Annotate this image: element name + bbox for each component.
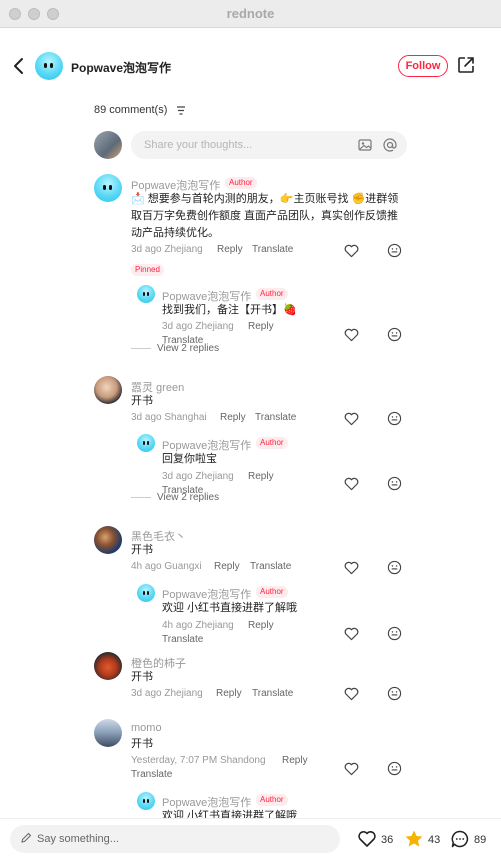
- comment-meta: Yesterday, 7:07 PM Shandong: [131, 755, 266, 766]
- image-icon[interactable]: [358, 138, 372, 152]
- comment-avatar[interactable]: [94, 719, 122, 747]
- heart-icon[interactable]: [344, 762, 359, 776]
- comment-meta: 4h ago Guangxi: [131, 561, 202, 572]
- comment-text: 开书: [131, 544, 153, 556]
- translate-button[interactable]: Translate: [252, 244, 293, 255]
- comment-avatar[interactable]: [94, 174, 122, 202]
- at-icon[interactable]: [383, 138, 397, 152]
- reply-button[interactable]: Reply: [216, 688, 242, 699]
- comment-meta: 3d ago Zhejiang: [131, 244, 203, 255]
- share-thoughts-placeholder: Share your thoughts...: [144, 139, 253, 151]
- heart-icon[interactable]: [344, 328, 359, 342]
- comments-count: 89: [474, 834, 487, 846]
- comment-text: 取百万字免费创作额度 直面产品团队，真实创作反馈推: [131, 210, 399, 222]
- emoji-icon[interactable]: [387, 626, 402, 641]
- author-badge: Author: [256, 437, 288, 449]
- reply-meta: 4h ago Zhejiang: [162, 620, 234, 631]
- heart-icon[interactable]: [357, 829, 377, 849]
- reply-button[interactable]: Reply: [282, 755, 308, 766]
- current-user-avatar: [94, 131, 122, 159]
- window-title: rednote: [226, 6, 275, 21]
- post-header: Popwave泡泡写作 Follow: [0, 28, 501, 104]
- say-something-placeholder: Say something...: [37, 833, 119, 845]
- say-something-input[interactable]: Say something...: [10, 825, 340, 853]
- comment-username[interactable]: momo: [131, 722, 162, 734]
- heart-icon[interactable]: [344, 477, 359, 491]
- comment-text: 开书: [131, 395, 153, 407]
- author-avatar[interactable]: [35, 52, 63, 80]
- reply-text: 找到我们，备注【开书】🍓: [162, 304, 297, 316]
- author-badge: Author: [256, 586, 288, 598]
- reply-button[interactable]: Reply: [220, 412, 246, 423]
- heart-icon[interactable]: [344, 244, 359, 258]
- author-badge: Author: [256, 794, 288, 806]
- reply-avatar[interactable]: [137, 285, 155, 303]
- stars-count: 43: [428, 834, 441, 846]
- emoji-icon[interactable]: [387, 476, 402, 491]
- reply-meta: 3d ago Zhejiang: [162, 321, 234, 332]
- heart-icon[interactable]: [344, 627, 359, 641]
- author-badge: Author: [225, 177, 257, 189]
- reply-button[interactable]: Reply: [248, 620, 274, 631]
- share-icon[interactable]: [457, 56, 475, 74]
- comment-bubble-icon[interactable]: [450, 829, 470, 849]
- reply-avatar[interactable]: [137, 434, 155, 452]
- comment-text: 开书: [131, 671, 153, 683]
- emoji-icon[interactable]: [387, 411, 402, 426]
- comment-count: 89 comment(s): [94, 104, 168, 116]
- emoji-icon[interactable]: [387, 327, 402, 342]
- translate-button[interactable]: Translate: [250, 561, 291, 572]
- author-name[interactable]: Popwave泡泡写作: [71, 59, 171, 76]
- likes-count: 36: [381, 834, 394, 846]
- heart-icon[interactable]: [344, 561, 359, 575]
- translate-button[interactable]: Translate: [255, 412, 296, 423]
- emoji-icon[interactable]: [387, 686, 402, 701]
- heart-icon[interactable]: [344, 687, 359, 701]
- view-replies-link[interactable]: View 2 replies: [131, 343, 219, 354]
- translate-button[interactable]: Translate: [252, 688, 293, 699]
- emoji-icon[interactable]: [387, 761, 402, 776]
- reply-text: 欢迎 小红书直接进群了解哦: [162, 602, 298, 614]
- back-arrow-icon[interactable]: [10, 56, 28, 76]
- comment-meta: 3d ago Shanghai: [131, 412, 207, 423]
- window-titlebar: rednote: [0, 0, 501, 28]
- emoji-icon[interactable]: [387, 560, 402, 575]
- view-replies-link[interactable]: View 2 replies: [131, 492, 219, 503]
- reply-avatar[interactable]: [137, 792, 155, 810]
- follow-button[interactable]: Follow: [398, 55, 448, 77]
- comment-avatar[interactable]: [94, 526, 122, 554]
- reply-button[interactable]: Reply: [214, 561, 240, 572]
- reply-text: 回复你啦宝: [162, 453, 217, 465]
- comment-text: 📩 想要参与首轮内测的朋友，👉主页账号找 ✊进群领: [131, 193, 399, 205]
- author-badge: Author: [256, 288, 288, 300]
- comment-meta: 3d ago Zhejiang: [131, 688, 203, 699]
- comment-avatar[interactable]: [94, 652, 122, 680]
- translate-button[interactable]: Translate: [162, 634, 203, 645]
- reply-meta: 3d ago Zhejiang: [162, 471, 234, 482]
- star-icon[interactable]: [404, 829, 424, 849]
- comment-text: 开书: [131, 738, 153, 750]
- reply-button[interactable]: Reply: [248, 321, 274, 332]
- reply-avatar[interactable]: [137, 584, 155, 602]
- comment-avatar[interactable]: [94, 376, 122, 404]
- translate-button[interactable]: Translate: [131, 769, 172, 780]
- comment-text: 动产品持续优化。: [131, 227, 219, 239]
- emoji-icon[interactable]: [387, 243, 402, 258]
- pencil-icon: [21, 832, 32, 843]
- sort-icon[interactable]: [176, 106, 186, 115]
- reply-button[interactable]: Reply: [248, 471, 274, 482]
- heart-icon[interactable]: [344, 412, 359, 426]
- pinned-badge: Pinned: [131, 264, 164, 276]
- reply-button[interactable]: Reply: [217, 244, 243, 255]
